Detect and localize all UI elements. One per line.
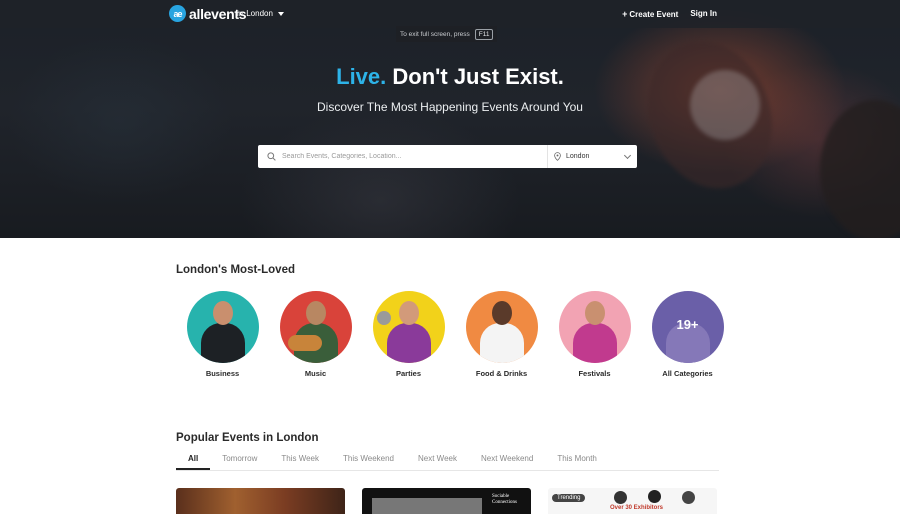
city-selector-prefix: in [237,9,244,18]
chevron-down-icon [277,11,284,16]
exhibitor-logo [648,490,661,503]
location-select[interactable]: London [548,145,637,168]
location-value: London [566,153,590,160]
event-card[interactable] [176,488,345,514]
location-pin-icon [554,152,561,161]
top-navigation-bar: ae allevents in London + Create Event Sig… [0,0,900,28]
category-food-drinks[interactable]: Food & Drinks [455,291,548,378]
hero-subline: Discover The Most Happening Events Aroun… [317,100,583,114]
hero-headline: Live. Don't Just Exist. [0,64,900,90]
most-loved-title: London's Most-Loved [176,264,295,276]
tab-this-month[interactable]: This Month [545,451,609,470]
category-image [558,291,631,363]
event-card-tag: Over 30 Exhibitors [610,505,664,511]
city-selector-value: London [246,9,273,18]
trending-badge: Trending [552,494,586,502]
create-event-button[interactable]: + Create Event [622,9,678,19]
hero-background-shape [820,100,900,238]
category-figure [584,301,605,325]
category-figure [305,301,326,325]
tab-all[interactable]: All [176,451,211,470]
search-field [258,145,548,168]
category-music[interactable]: Music [269,291,362,378]
category-label: Business [205,369,240,378]
event-card-image [372,498,482,514]
category-image [279,291,352,363]
tab-this-weekend[interactable]: This Weekend [331,451,406,470]
event-cards: Sociable Connections Trending Over 30 Ex… [176,488,719,514]
category-figure [491,301,512,325]
category-label: Food & Drinks [475,369,528,378]
headline-accent: Live. [336,64,387,89]
event-search-bar: London [258,145,637,168]
fullscreen-hint-text: To exit full screen, press [400,30,470,38]
category-business[interactable]: Business [176,291,269,378]
disco-ball-shape [376,311,391,325]
sign-in-button[interactable]: Sign In [690,9,717,19]
category-figure [386,323,431,363]
tab-tomorrow[interactable]: Tomorrow [210,451,269,470]
tab-this-week[interactable]: This Week [269,451,331,470]
category-image [465,291,538,363]
category-label: All Categories [662,369,713,378]
exhibitor-logo [682,491,695,504]
category-label: Music [304,369,327,378]
tab-next-week[interactable]: Next Week [406,451,469,470]
popular-events-title: Popular Events in London [176,432,319,444]
event-card[interactable]: Sociable Connections [362,488,531,514]
fullscreen-key: F11 [474,28,494,40]
date-filter-tabs: All Tomorrow This Week This Weekend Next… [176,451,719,471]
city-selector[interactable]: in London [237,9,284,18]
event-card[interactable]: Trending Over 30 Exhibitors [548,488,717,514]
logo-mark: ae [169,5,186,22]
event-card-text: Sociable Connections [492,494,517,505]
guitar-shape [287,335,322,351]
category-count: 19+ [676,317,699,332]
fullscreen-hint: To exit full screen, press F11 [396,26,498,42]
page: ae allevents in London + Create Event Sig… [0,0,900,514]
category-figure [479,323,524,363]
search-icon [267,152,276,161]
plus-icon: + [622,9,628,19]
search-input[interactable] [282,153,532,160]
tab-next-weekend[interactable]: Next Weekend [469,451,545,470]
category-festivals[interactable]: Festivals [548,291,641,378]
category-figure [572,323,617,363]
chevron-down-icon [623,151,632,160]
category-figure [200,323,245,363]
top-actions: + Create Event Sign In [622,9,717,19]
category-label: Festivals [578,369,611,378]
headline-rest: Don't Just Exist. [392,64,564,89]
create-event-label: Create Event [629,10,679,19]
category-image [186,291,259,363]
category-list: Business Music Parties Food & Drinks Fes… [176,291,736,378]
brand-logo[interactable]: ae allevents [169,5,247,22]
hero-banner: ae allevents in London + Create Event Sig… [0,0,900,238]
category-parties[interactable]: Parties [362,291,455,378]
category-label: Parties [395,369,422,378]
category-figure [212,301,233,325]
category-image: 19+ [651,291,724,363]
category-image [372,291,445,363]
category-figure [398,301,419,325]
category-all[interactable]: 19+ All Categories [641,291,734,378]
exhibitor-logo [614,491,627,504]
